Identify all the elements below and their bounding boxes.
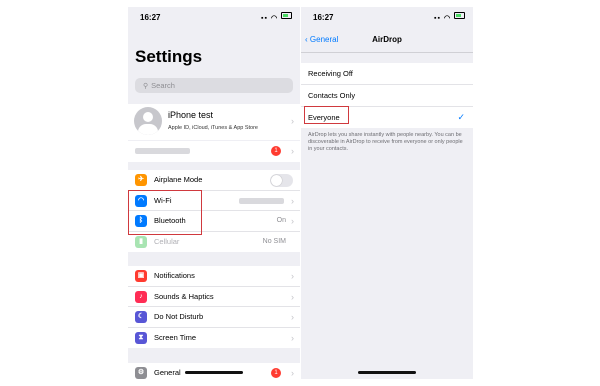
settings-screen: 16:27 ▪▪ ◠ Settings ⚲ Search iPhone test … [128, 7, 300, 379]
option-contacts-only[interactable]: Contacts Only [301, 85, 473, 107]
hourglass-icon: ⧗ [135, 331, 147, 344]
sounds-row[interactable]: ♪ Sounds & Haptics › [128, 287, 300, 307]
system-group: ▣ Notifications › ♪ Sounds & Haptics › ☾… [128, 266, 300, 348]
chevron-right-icon: › [291, 368, 294, 378]
screen-time-row[interactable]: ⧗ Screen Time › [128, 328, 300, 349]
blurred-text [135, 148, 190, 155]
notifications-label: Notifications [154, 271, 195, 280]
bluetooth-value: On [276, 217, 286, 224]
status-icons: ▪▪ ◠ [434, 12, 465, 22]
home-indicator [185, 371, 243, 374]
battery-icon [281, 12, 292, 19]
notice-badge: 1 [271, 146, 281, 156]
wifi-status-icon: ◠ [270, 15, 279, 22]
search-icon: ⚲ [143, 83, 149, 90]
option-label: Contacts Only [308, 91, 356, 100]
airplane-mode-label: Airplane Mode [154, 175, 203, 184]
sounds-icon: ♪ [135, 290, 147, 303]
gear-icon: ⚙ [135, 367, 147, 379]
airplane-mode-row[interactable]: ✈ Airplane Mode [128, 170, 300, 191]
cellular-value: No SIM [262, 237, 286, 245]
chevron-right-icon: › [291, 332, 294, 343]
search-input[interactable]: ⚲ Search [135, 78, 293, 93]
do-not-disturb-label: Do Not Disturb [154, 312, 204, 321]
status-bar: 16:27 ▪▪ ◠ [140, 12, 292, 23]
airdrop-description: AirDrop lets you share instantly with pe… [308, 132, 463, 153]
wifi-bluetooth-highlight [128, 190, 202, 235]
cellular-label: Cellular [154, 236, 180, 246]
wifi-network-blurred [239, 197, 284, 204]
status-bar: 16:27 ▪▪ ◠ [313, 12, 465, 23]
option-receiving-off[interactable]: Receiving Off [301, 63, 473, 85]
general-label: General [154, 368, 181, 377]
notice-group: 1 › [128, 141, 300, 162]
battery-icon [454, 12, 465, 19]
notice-row[interactable]: 1 › [128, 141, 300, 162]
airplane-icon: ✈ [135, 174, 147, 186]
wifi-status-icon: ◠ [443, 15, 452, 22]
status-time: 16:27 [140, 13, 161, 22]
divider [301, 52, 473, 53]
sounds-label: Sounds & Haptics [154, 291, 214, 301]
checkmark-icon: ✓ [457, 112, 465, 122]
page-title: Settings [135, 47, 203, 66]
status-time: 16:27 [313, 13, 334, 22]
notifications-icon: ▣ [135, 270, 147, 282]
airplane-mode-toggle[interactable] [270, 174, 293, 187]
chevron-right-icon: › [291, 291, 294, 302]
profile-subtitle: Apple ID, iCloud, iTunes & App Store [168, 125, 258, 131]
airdrop-screen: 16:27 ▪▪ ◠ ‹ General AirDrop Receiving O… [301, 7, 473, 379]
chevron-right-icon: › [291, 312, 294, 322]
chevron-right-icon: › [291, 116, 294, 126]
chevron-right-icon: › [291, 146, 294, 156]
option-label: Receiving Off [308, 69, 353, 78]
avatar [134, 107, 162, 135]
profile-name: iPhone test [168, 110, 214, 120]
chevron-right-icon: › [291, 195, 294, 206]
notifications-row[interactable]: ▣ Notifications › [128, 266, 300, 287]
nav-title: AirDrop [372, 35, 402, 44]
home-indicator [358, 371, 416, 374]
do-not-disturb-row[interactable]: ☾ Do Not Disturb › [128, 307, 300, 328]
apple-id-profile[interactable]: iPhone test Apple ID, iCloud, iTunes & A… [128, 104, 300, 140]
signal-icon: ▪▪ [434, 15, 441, 22]
signal-icon: ▪▪ [261, 15, 268, 22]
moon-icon: ☾ [135, 311, 147, 323]
search-placeholder: Search [151, 81, 175, 90]
cellular-icon: ▮ [135, 235, 147, 248]
chevron-right-icon: › [291, 216, 294, 226]
everyone-highlight [304, 106, 349, 124]
general-badge: 1 [271, 368, 281, 378]
screen-time-label: Screen Time [154, 332, 197, 342]
chevron-right-icon: › [291, 271, 294, 281]
nav-bar: ‹ General AirDrop [301, 30, 473, 50]
status-icons: ▪▪ ◠ [261, 12, 292, 22]
